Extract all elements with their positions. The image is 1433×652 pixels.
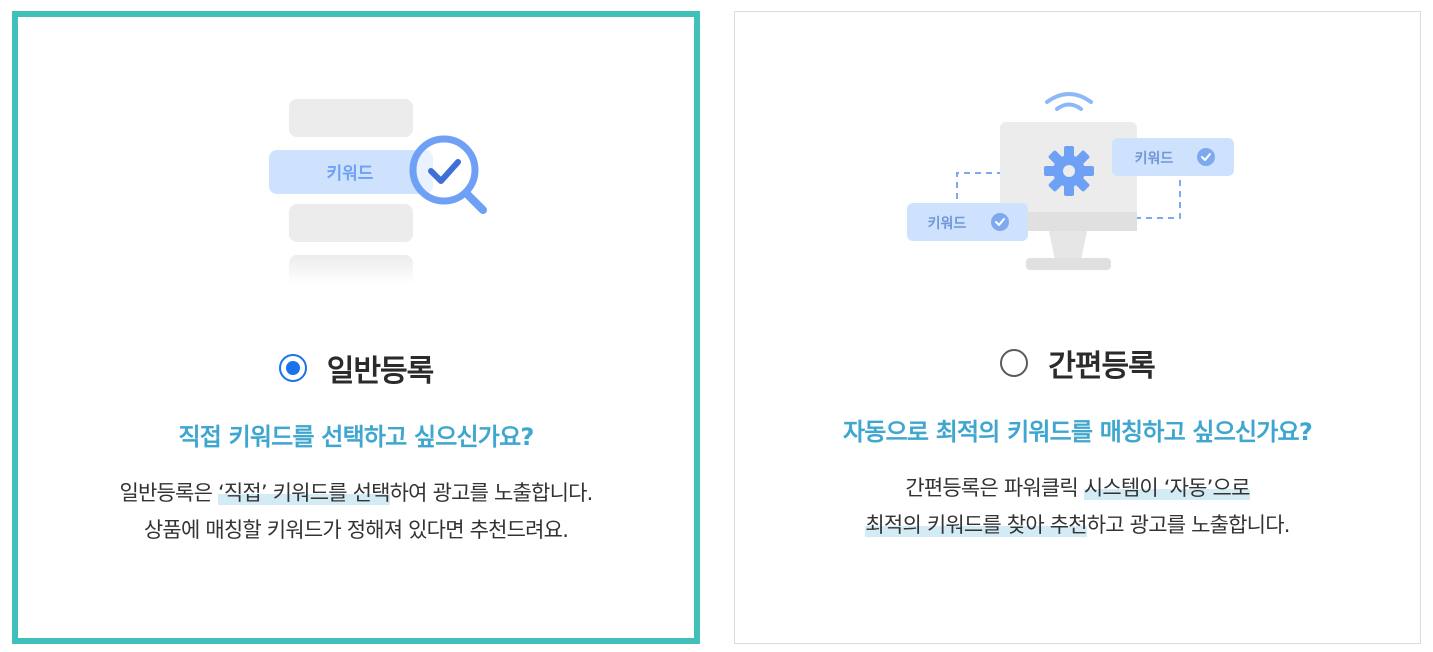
desc-text: 일반등록은 xyxy=(119,481,218,505)
auto-keyword-illustration-svg: 키워드 키워드 xyxy=(907,92,1234,270)
desc-text: 간편등록은 파워클릭 xyxy=(905,476,1084,500)
desc-highlight: 시스템이 ‘자동’으로 xyxy=(1083,476,1250,500)
list-bar xyxy=(289,99,413,137)
general-description: 일반등록은 ‘직접’ 키워드를 선택하여 광고를 노출합니다. 상품에 매칭할 … xyxy=(18,475,694,549)
general-radio-button[interactable] xyxy=(278,354,307,382)
simple-option-title: 간편등록 xyxy=(1048,349,1155,384)
connector-line xyxy=(1135,175,1181,219)
simple-description-line-1: 간편등록은 파워클릭 시스템이 ‘자동’으로 xyxy=(735,470,1420,507)
magnifier-check-icon xyxy=(409,135,487,214)
simple-question: 자동으로 최적의 키워드를 매칭하고 싶으신가요? xyxy=(843,418,1313,446)
list-bar xyxy=(289,255,413,285)
check-circle-icon xyxy=(1197,148,1215,166)
general-description-line-1: 일반등록은 ‘직접’ 키워드를 선택하여 광고를 노출합니다. xyxy=(18,475,694,512)
connector-line xyxy=(956,172,1001,199)
keyword-chip-right: 키워드 xyxy=(1112,138,1234,176)
desc-highlight: 최적의 키워드를 찾아 추천 xyxy=(865,513,1088,537)
simple-radio-button[interactable] xyxy=(1000,349,1029,377)
simple-description: 간편등록은 파워클릭 시스템이 ‘자동’으로 최적의 키워드를 찾아 추천하고 … xyxy=(735,470,1420,544)
simple-option-row[interactable]: 간편등록 xyxy=(735,335,1420,391)
desc-text: 하고 광고를 노출합니다. xyxy=(1086,513,1291,537)
wifi-icon xyxy=(1045,92,1093,111)
keyword-bar-label: 키워드 xyxy=(327,164,374,184)
general-question: 직접 키워드를 선택하고 싶으신가요? xyxy=(178,423,535,451)
general-registration-card[interactable]: 키워드 일반등록 직접 키워드를 선택하고 싶으신가요? 일반등록은 ‘직접’ … xyxy=(12,11,700,644)
list-bar xyxy=(289,204,413,242)
keyword-search-illustration-svg: 키워드 xyxy=(269,99,487,285)
check-circle-icon xyxy=(991,213,1009,231)
desc-highlight: ‘직접’ 키워드를 선택 xyxy=(217,481,390,505)
auto-keyword-illustration: 키워드 키워드 xyxy=(735,12,1420,312)
desc-text: 하여 광고를 노출합니다. xyxy=(389,481,594,505)
keyword-chip-left-label: 키워드 xyxy=(928,216,967,232)
general-option-row[interactable]: 일반등록 xyxy=(18,340,694,396)
general-option-title: 일반등록 xyxy=(326,354,434,389)
simple-description-line-2: 최적의 키워드를 찾아 추천하고 광고를 노출합니다. xyxy=(735,507,1420,544)
keyword-chip-right-label: 키워드 xyxy=(1135,151,1174,167)
simple-registration-card[interactable]: 키워드 키워드 간편등록 자동으로 최적의 키워드를 매칭하고 싶으신가요? 간… xyxy=(734,11,1421,644)
keyword-chip-left: 키워드 xyxy=(907,203,1028,241)
keyword-search-illustration: 키워드 xyxy=(18,17,694,317)
general-description-line-2: 상품에 매칭할 키워드가 정해져 있다면 추천드려요. xyxy=(143,518,569,542)
